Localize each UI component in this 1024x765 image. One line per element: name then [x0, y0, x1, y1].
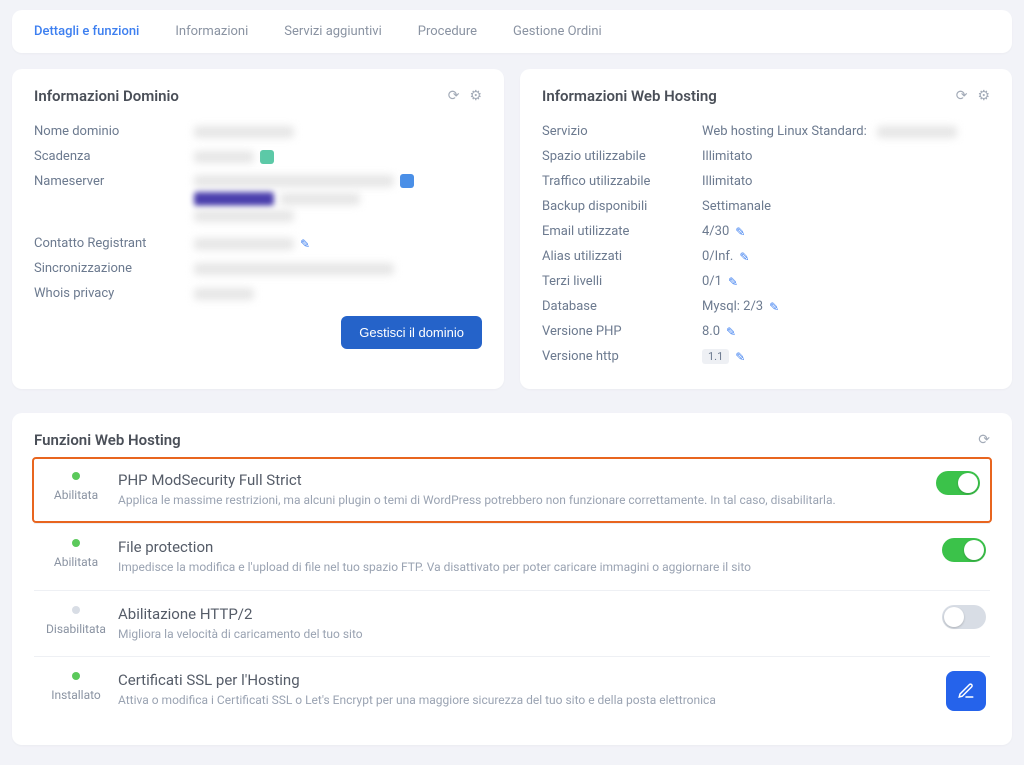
status-dot-icon	[72, 539, 80, 547]
toggle-http2[interactable]	[942, 605, 986, 629]
domain-card-title: Informazioni Dominio	[34, 87, 179, 105]
hosting-card-title: Informazioni Web Hosting	[542, 87, 717, 105]
sync-value	[194, 263, 394, 275]
info-badge-icon	[400, 174, 414, 188]
pencil-icon[interactable]: ✎	[739, 250, 749, 264]
pencil-icon[interactable]: ✎	[728, 275, 738, 289]
traffic-label: Traffico utilizzabile	[542, 174, 702, 189]
hosting-info-card: Informazioni Web Hosting ⟳ ⚙ ServizioWeb…	[520, 69, 1012, 389]
feature-http2-desc: Migliora la velocità di caricamento del …	[118, 626, 942, 643]
email-value: 4/30	[702, 224, 729, 239]
nameserver-value-2b	[280, 193, 360, 205]
pencil-icon[interactable]: ✎	[300, 237, 310, 251]
php-value: 8.0	[702, 324, 720, 339]
functions-card-title: Funzioni Web Hosting	[34, 431, 181, 449]
refresh-icon[interactable]: ⟳	[978, 432, 990, 448]
feature-fileprot-desc: Impedisce la modifica e l'upload di file…	[118, 559, 942, 576]
alias-value: 0/Inf.	[702, 249, 733, 264]
pencil-icon[interactable]: ✎	[735, 350, 745, 364]
http-label: Versione http	[542, 349, 702, 364]
service-domain-value	[877, 126, 957, 138]
status-dot-icon	[72, 672, 80, 680]
php-label: Versione PHP	[542, 324, 702, 339]
tab-orders[interactable]: Gestione Ordini	[511, 20, 604, 43]
edit-ssl-button[interactable]	[946, 671, 986, 711]
nameserver-value-3	[194, 210, 294, 222]
gear-icon[interactable]: ⚙	[469, 88, 482, 104]
whois-value	[194, 288, 254, 300]
whois-label: Whois privacy	[34, 286, 194, 301]
refresh-icon[interactable]: ⟳	[956, 88, 968, 104]
toggle-fileprot[interactable]	[942, 538, 986, 562]
status-label: Abilitata	[34, 555, 118, 569]
gear-icon[interactable]: ⚙	[977, 88, 990, 104]
status-label: Installato	[34, 688, 118, 702]
tab-details[interactable]: Dettagli e funzioni	[32, 20, 141, 43]
sub-label: Terzi livelli	[542, 274, 702, 289]
traffic-value: Illimitato	[702, 174, 752, 189]
feature-ssl-desc: Attiva o modifica i Certificati SSL o Le…	[118, 692, 946, 709]
status-label: Disabilitata	[34, 622, 118, 636]
db-value: Mysql: 2/3	[702, 299, 763, 314]
alias-label: Alias utilizzati	[542, 249, 702, 264]
email-label: Email utilizzate	[542, 224, 702, 239]
sync-label: Sincronizzazione	[34, 261, 194, 276]
service-label: Servizio	[542, 124, 702, 139]
tab-procedures[interactable]: Procedure	[416, 20, 479, 43]
domain-name-label: Nome dominio	[34, 124, 194, 139]
nameserver-value-1	[194, 175, 394, 187]
contact-value	[194, 238, 294, 250]
domain-info-card: Informazioni Dominio ⟳ ⚙ Nome dominio Sc…	[12, 69, 504, 389]
contact-label: Contatto Registrant	[34, 236, 194, 251]
feature-modsec-title: PHP ModSecurity Full Strict	[118, 471, 936, 489]
status-badge-icon	[260, 150, 274, 164]
feature-http2-title: Abilitazione HTTP/2	[118, 605, 942, 623]
feature-ssl-title: Certificati SSL per l'Hosting	[118, 671, 946, 689]
tabs-bar: Dettagli e funzioni Informazioni Servizi…	[12, 10, 1012, 53]
pencil-icon	[957, 682, 975, 700]
domain-name-value	[194, 126, 294, 138]
backup-label: Backup disponibili	[542, 199, 702, 214]
service-value: Web hosting Linux Standard:	[702, 124, 867, 139]
domain-expiry-label: Scadenza	[34, 149, 194, 164]
tab-addons[interactable]: Servizi aggiuntivi	[282, 20, 383, 43]
nameserver-value-2a	[194, 192, 274, 206]
feature-fileprot-title: File protection	[118, 538, 942, 556]
status-dot-icon	[72, 606, 80, 614]
hosting-functions-card: Funzioni Web Hosting ⟳ Abilitata PHP Mod…	[12, 413, 1012, 745]
manage-domain-button[interactable]: Gestisci il dominio	[341, 316, 482, 349]
feature-modsec-desc: Applica le massime restrizioni, ma alcun…	[118, 492, 936, 509]
domain-expiry-value	[194, 151, 254, 163]
nameserver-label: Nameserver	[34, 174, 194, 226]
space-value: Illimitato	[702, 149, 752, 164]
toggle-modsec[interactable]	[936, 471, 980, 495]
sub-value: 0/1	[702, 274, 722, 289]
pencil-icon[interactable]: ✎	[735, 225, 745, 239]
highlighted-feature: Abilitata PHP ModSecurity Full Strict Ap…	[32, 457, 992, 523]
http-value: 1.1	[702, 349, 729, 364]
space-label: Spazio utilizzabile	[542, 149, 702, 164]
tab-info[interactable]: Informazioni	[173, 20, 250, 43]
status-label: Abilitata	[34, 488, 118, 502]
pencil-icon[interactable]: ✎	[769, 300, 779, 314]
backup-value: Settimanale	[702, 199, 771, 214]
db-label: Database	[542, 299, 702, 314]
status-dot-icon	[72, 472, 80, 480]
pencil-icon[interactable]: ✎	[726, 325, 736, 339]
refresh-icon[interactable]: ⟳	[448, 88, 460, 104]
